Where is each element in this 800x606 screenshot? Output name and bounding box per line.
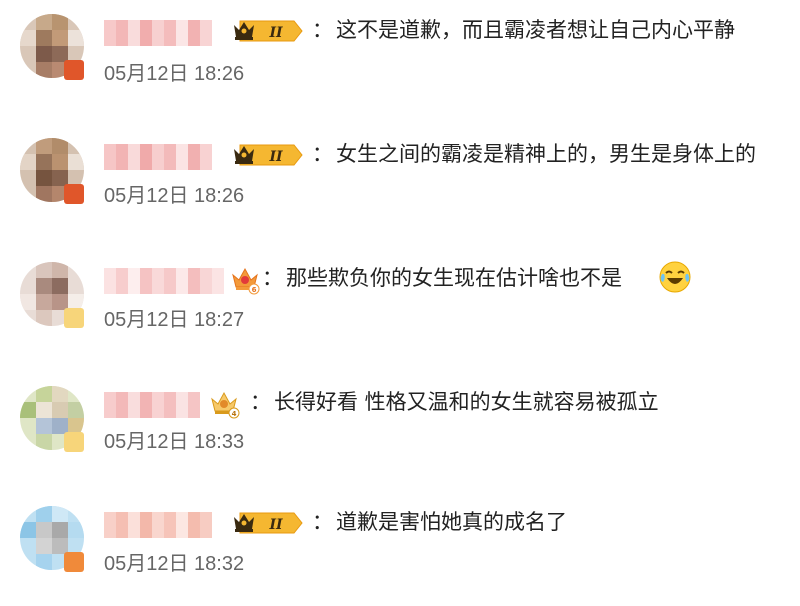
username-blurred[interactable] bbox=[104, 392, 200, 418]
username-blurred[interactable] bbox=[104, 20, 212, 46]
username-blurred[interactable] bbox=[104, 144, 212, 170]
vip-crown-icon[interactable]: II bbox=[230, 509, 304, 537]
verified-badge-icon bbox=[64, 308, 84, 328]
comment-text: 道歉是害怕她真的成名了 bbox=[336, 510, 567, 534]
vip-crown-icon[interactable]: 4 bbox=[206, 389, 242, 419]
colon-separator: ： bbox=[312, 142, 333, 166]
comment-timestamp: 05月12日 18:26 bbox=[104, 185, 245, 207]
comment-timestamp: 05月12日 18:27 bbox=[104, 309, 245, 331]
comment-item: II ： 这不是道歉，而且霸凌者想让自己内心平静 05月12日 18:26 bbox=[0, 0, 800, 110]
svg-text:II: II bbox=[268, 517, 283, 533]
laughing-crying-emoji-icon bbox=[658, 260, 692, 294]
svg-text:6: 6 bbox=[252, 286, 257, 294]
comment-text: 那些欺负你的女生现在估计啥也不是 bbox=[286, 266, 622, 290]
vip-crown-icon[interactable]: II bbox=[230, 141, 304, 169]
comment-item: 6 ： 那些欺负你的女生现在估计啥也不是 05月12日 18:27 bbox=[0, 248, 800, 358]
colon-separator: ： bbox=[250, 390, 271, 414]
vip-crown-icon[interactable]: 6 bbox=[230, 265, 260, 295]
svg-text:II: II bbox=[268, 25, 283, 41]
svg-text:II: II bbox=[268, 149, 283, 165]
verified-badge-icon bbox=[64, 432, 84, 452]
comment-timestamp: 05月12日 18:32 bbox=[104, 553, 245, 575]
username-blurred[interactable] bbox=[104, 512, 212, 538]
comment-text: 长得好看 性格又温和的女生就容易被孤立 bbox=[274, 390, 659, 414]
comment-timestamp: 05月12日 18:33 bbox=[104, 431, 245, 453]
colon-separator: ： bbox=[312, 510, 333, 534]
comment-item: II ： 女生之间的霸凌是精神上的，男生是身体上的 05月12日 18:26 bbox=[0, 124, 800, 234]
verified-badge-icon bbox=[64, 552, 84, 572]
comment-item: 4 ： 长得好看 性格又温和的女生就容易被孤立 05月12日 18:33 bbox=[0, 372, 800, 482]
username-blurred[interactable] bbox=[104, 268, 224, 294]
svg-text:4: 4 bbox=[232, 410, 237, 418]
colon-separator: ： bbox=[312, 18, 333, 42]
verified-badge-icon bbox=[64, 60, 84, 80]
colon-separator: ： bbox=[262, 266, 283, 290]
verified-badge-icon bbox=[64, 184, 84, 204]
vip-crown-icon[interactable]: II bbox=[230, 17, 304, 45]
comment-text: 女生之间的霸凌是精神上的，男生是身体上的 bbox=[336, 142, 756, 166]
comment-text: 这不是道歉，而且霸凌者想让自己内心平静 bbox=[336, 18, 735, 42]
comment-timestamp: 05月12日 18:26 bbox=[104, 63, 245, 85]
